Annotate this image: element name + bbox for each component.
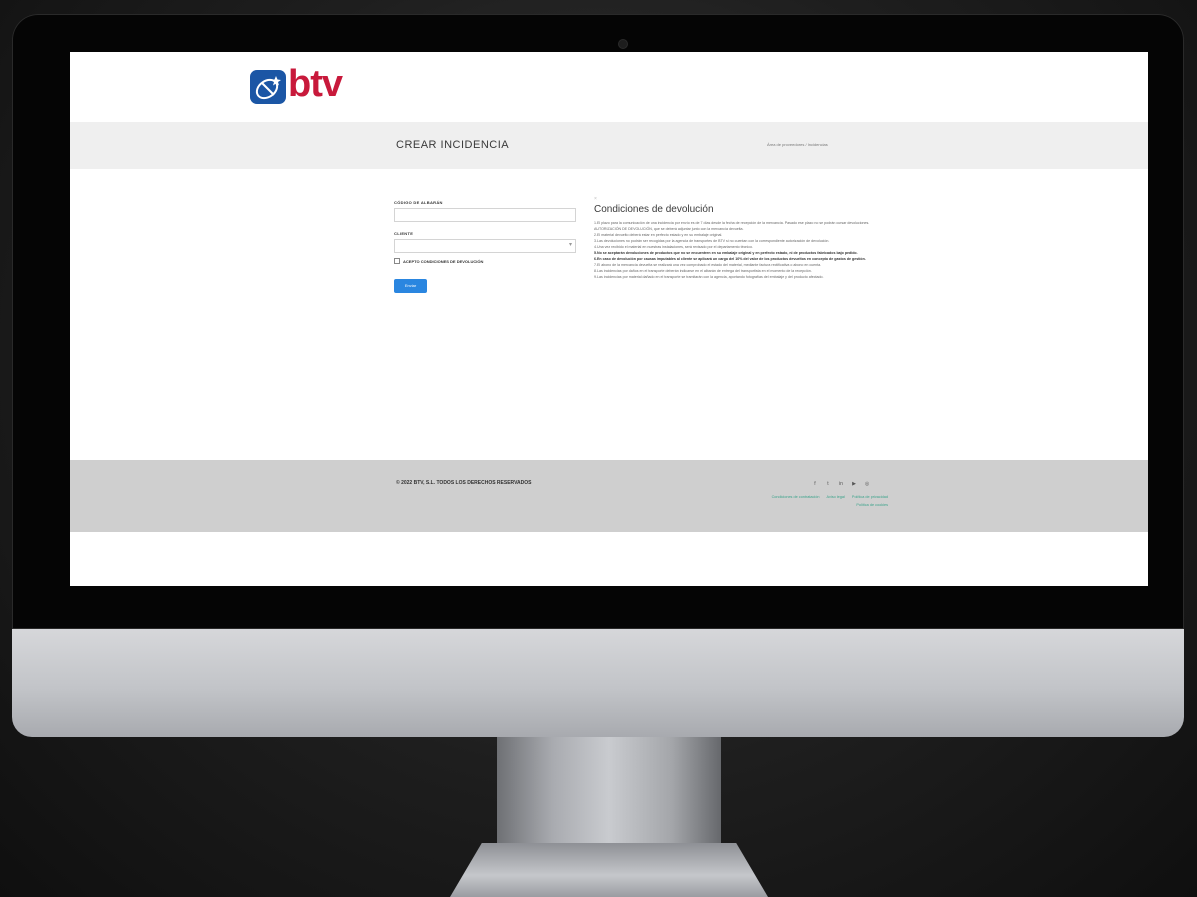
terms-paragraph: 7.El abono de la mercancía devuelta se r… bbox=[594, 263, 822, 267]
btv-logo[interactable]: btv bbox=[250, 63, 375, 106]
facebook-icon[interactable]: f bbox=[812, 481, 818, 487]
terms-paragraph: 6.En caso de devolución por causas imput… bbox=[594, 257, 866, 261]
chevron-down-icon: ▾ bbox=[568, 242, 572, 248]
footer-link-cookies[interactable]: Política de cookies bbox=[856, 503, 888, 507]
footer-links: Condiciones de contratación Aviso legal … bbox=[660, 493, 888, 509]
youtube-icon[interactable]: ▶ bbox=[851, 481, 857, 487]
footer-link-privacidad[interactable]: Política de privacidad bbox=[852, 495, 888, 499]
website-screen: btv CREAR INCIDENCIA Área de proveedores… bbox=[70, 52, 1148, 586]
incidencia-form: CÓDIGO DE ALBARÁN CLIENTE ▾ ACEPTO CONDI… bbox=[394, 200, 576, 293]
return-conditions-panel: × Condiciones de devolución 1.El plazo p… bbox=[594, 196, 890, 281]
terms-paragraph: 4.Una vez recibido el material en nuestr… bbox=[594, 245, 754, 249]
site-footer: © 2022 BTV, S.L. TODOS LOS DERECHOS RESE… bbox=[70, 460, 1148, 532]
twitter-icon[interactable]: t bbox=[825, 481, 831, 487]
terms-paragraph: 8.Las incidencias por daños en el transp… bbox=[594, 269, 812, 273]
copyright-text: © 2022 BTV, S.L. TODOS LOS DERECHOS RESE… bbox=[396, 480, 532, 486]
linkedin-icon[interactable]: in bbox=[838, 481, 844, 487]
monitor-stand-base bbox=[450, 843, 768, 897]
accept-conditions-row[interactable]: ACEPTO CONDICIONES DE DEVOLUCIÓN bbox=[394, 258, 576, 264]
accept-conditions-label: ACEPTO CONDICIONES DE DEVOLUCIÓN bbox=[403, 258, 484, 264]
satellite-icon bbox=[250, 70, 286, 104]
terms-paragraph: 9.Las incidencias por material dañado en… bbox=[594, 275, 824, 279]
instagram-icon[interactable]: ◎ bbox=[864, 481, 870, 487]
site-header: btv bbox=[70, 52, 1148, 122]
social-links: f t in ▶ ◎ bbox=[812, 481, 870, 487]
accept-conditions-checkbox[interactable] bbox=[394, 258, 400, 264]
return-conditions-title: Condiciones de devolución bbox=[594, 204, 714, 215]
title-band: CREAR INCIDENCIA Área de proveedores / I… bbox=[70, 122, 1148, 169]
breadcrumb[interactable]: Área de proveedores / Incidencias bbox=[767, 142, 828, 147]
albaran-input[interactable] bbox=[394, 208, 576, 222]
page-title: CREAR INCIDENCIA bbox=[396, 139, 510, 151]
terms-paragraph: 1.El plazo para la comunicación de una i… bbox=[594, 221, 870, 225]
cliente-select[interactable]: ▾ bbox=[394, 239, 576, 253]
terms-paragraph: 2.El material devuelto deberá estar en p… bbox=[594, 233, 723, 237]
terms-paragraph: 3.Las devoluciones no podrán ser recogid… bbox=[594, 239, 830, 243]
cliente-label: CLIENTE bbox=[394, 231, 414, 236]
footer-link-aviso-legal[interactable]: Aviso legal bbox=[827, 495, 845, 499]
logo-wordmark: btv bbox=[288, 63, 343, 105]
terms-paragraph: 5.No se aceptarán devoluciones de produc… bbox=[594, 251, 858, 255]
monitor-chin bbox=[12, 629, 1184, 737]
albaran-label: CÓDIGO DE ALBARÁN bbox=[394, 200, 443, 205]
terms-paragraph: AUTORIZACIÓN DE DEVOLUCIÓN, que se deber… bbox=[594, 227, 744, 231]
close-icon[interactable]: × bbox=[594, 196, 890, 202]
footer-link-contratacion[interactable]: Condiciones de contratación bbox=[772, 495, 820, 499]
camera-icon bbox=[619, 40, 627, 48]
submit-button[interactable]: Enviar bbox=[394, 278, 427, 293]
